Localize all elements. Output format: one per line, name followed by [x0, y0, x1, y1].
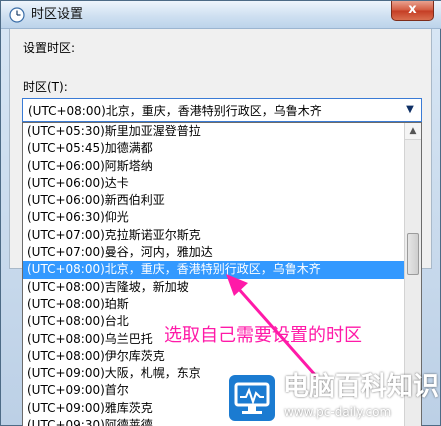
- scroll-thumb[interactable]: [407, 233, 419, 275]
- timezone-option[interactable]: (UTC+08:00)北京，重庆，香港特别行政区，乌鲁木齐: [23, 261, 405, 279]
- timezone-combobox[interactable]: (UTC+08:00)北京，重庆，香港特别行政区，乌鲁木齐 ▼: [22, 98, 422, 122]
- timezone-option[interactable]: (UTC+06:00)达卡: [23, 175, 405, 192]
- timezone-option[interactable]: (UTC+05:30)斯里加亚渥登普拉: [23, 123, 405, 140]
- timezone-option[interactable]: (UTC+06:30)仰光: [23, 209, 405, 226]
- timezone-option[interactable]: (UTC+07:00)曼谷，河内，雅加达: [23, 244, 405, 261]
- timezone-option[interactable]: (UTC+08:00)吉隆坡，新加坡: [23, 279, 405, 296]
- timezone-combobox-value: (UTC+08:00)北京，重庆，香港特别行政区，乌鲁木齐: [28, 104, 322, 118]
- watermark-url: www.pc-daily.com: [284, 405, 392, 419]
- monitor-logo-icon: [229, 375, 275, 421]
- close-button[interactable]: x: [391, 1, 434, 21]
- timezone-option[interactable]: (UTC+07:00)克拉斯诺亚尔斯克: [23, 227, 405, 244]
- scroll-up-icon[interactable]: ▲: [405, 123, 421, 140]
- timezone-field-label: 时区(T):: [23, 80, 68, 94]
- chevron-down-icon[interactable]: ▼: [403, 103, 417, 117]
- screen: 时区设置 x 设置时区: 时区(T): (UTC+08:00)北京，重庆，香港特…: [0, 0, 441, 426]
- annotation-text: 选取自己需要设置的时区: [164, 325, 362, 346]
- watermark: 电脑百科知识 www.pc-daily.com: [225, 371, 441, 426]
- timezone-option[interactable]: (UTC+06:00)阿斯塔纳: [23, 158, 405, 175]
- timezone-option[interactable]: (UTC+08:00)伊尔库茨克: [23, 348, 405, 365]
- clock-icon: [9, 7, 25, 23]
- title-bar[interactable]: 时区设置 x: [1, 1, 441, 29]
- window-title: 时区设置: [31, 7, 84, 22]
- timezone-option[interactable]: (UTC+06:00)新西伯利亚: [23, 192, 405, 209]
- watermark-title: 电脑百科知识: [283, 372, 440, 402]
- timezone-settings-window: 时区设置 x 设置时区: 时区(T): (UTC+08:00)北京，重庆，香港特…: [0, 0, 441, 426]
- set-timezone-label: 设置时区:: [23, 41, 76, 55]
- timezone-option[interactable]: (UTC+05:45)加德满都: [23, 140, 405, 157]
- timezone-option[interactable]: (UTC+08:00)珀斯: [23, 296, 405, 313]
